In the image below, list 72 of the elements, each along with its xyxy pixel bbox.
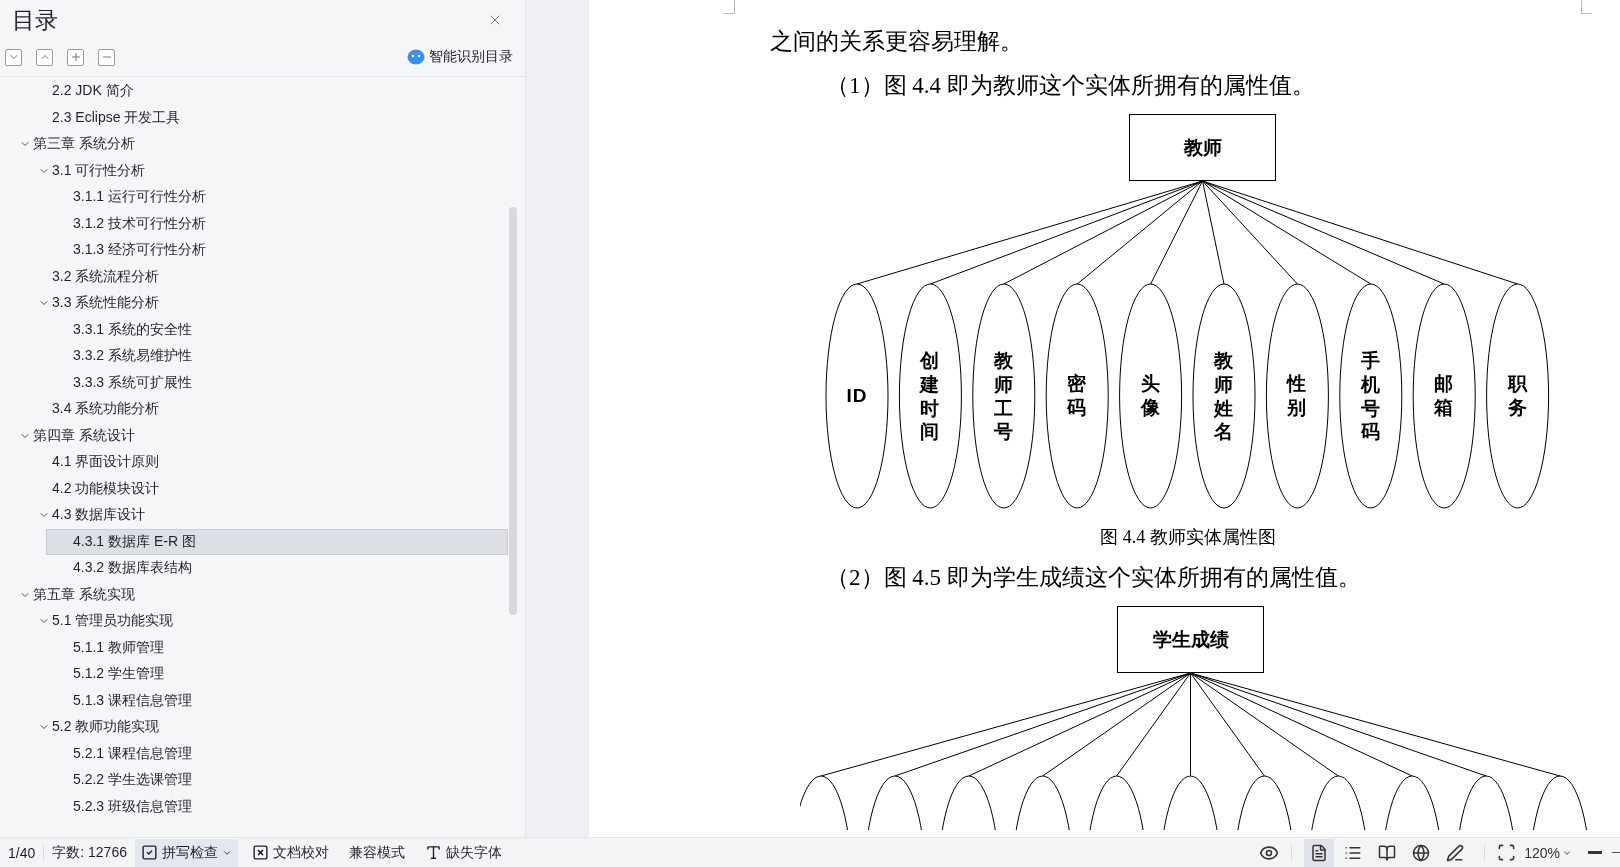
status-tool-button[interactable]: 兼容模式	[342, 838, 411, 867]
toc-item[interactable]: 3.3.1 系统的安全性	[46, 316, 508, 343]
toc-item[interactable]: 5.1.1 教师管理	[46, 634, 508, 661]
body-text: （2）图 4.5 即为学生成绩这个实体所拥有的属性值。	[825, 564, 1362, 592]
toc-item[interactable]: 3.2 系统流程分析	[27, 263, 508, 290]
attribute-label: 性别	[1285, 372, 1309, 420]
toc-item[interactable]: 2.3 Eclipse 开发工具	[27, 104, 508, 131]
toc-item[interactable]: 5.1.3 课程信息管理	[46, 687, 508, 714]
attribute-label: 教师姓名	[1212, 348, 1235, 444]
attribute-label: 邮箱	[1433, 372, 1456, 420]
entity-box: 教师	[1129, 114, 1276, 181]
toc-item[interactable]: 第五章 系统实现	[8, 581, 508, 608]
toc-item[interactable]: 3.1.2 技术可行性分析	[46, 210, 508, 237]
figure-caption: 图 4.4 教师实体属性图	[1099, 526, 1277, 549]
font-icon	[424, 844, 442, 861]
toc-item[interactable]: 4.3.2 数据库表结构	[46, 555, 508, 582]
attribute-label: 职务	[1506, 372, 1529, 420]
scrollbar-thumb[interactable]	[509, 207, 517, 615]
cloud-icon	[407, 49, 425, 65]
attribute-label: ID	[845, 384, 869, 408]
status-tool-button[interactable]: 拼写检查	[134, 838, 238, 867]
toc-item[interactable]: 5.2 教师功能实现	[27, 714, 508, 741]
attribute-label: 密码	[1066, 372, 1089, 420]
entity-box: 学生成绩	[1117, 606, 1264, 673]
toc-item[interactable]: 4.2 功能模块设计	[27, 475, 508, 502]
minus-icon	[1588, 851, 1602, 854]
collapse-button[interactable]	[36, 48, 53, 66]
add-button[interactable]	[67, 48, 84, 66]
word-count: 字数: 12766	[51, 843, 128, 862]
margin-corner-mark	[724, 0, 735, 14]
toc-item[interactable]: 5.1.2 学生管理	[46, 661, 508, 688]
toc-item[interactable]: 5.2.2 学生选课管理	[46, 767, 508, 794]
attribute-label: 手机号码	[1359, 348, 1382, 444]
toc-item[interactable]: 3.4 系统功能分析	[27, 396, 508, 423]
attribute-label: 教师工号	[992, 348, 1015, 444]
square-x-icon	[251, 844, 269, 861]
toc-item[interactable]: 4.3 数据库设计	[27, 502, 508, 529]
toc-item[interactable]: 3.3 系统性能分析	[27, 290, 508, 317]
expand-button[interactable]	[5, 48, 22, 66]
toc-item[interactable]: 3.3.2 系统易维护性	[46, 343, 508, 370]
attribute-label: 头像	[1139, 372, 1162, 420]
toc-item[interactable]: 5.2.3 班级信息管理	[46, 793, 508, 820]
page-counter: 1/40	[7, 844, 37, 861]
checkbox-icon	[140, 844, 158, 861]
status-tool-button[interactable]: 缺失字体	[418, 838, 508, 867]
toc-item[interactable]: 第三章 系统分析	[8, 131, 508, 158]
status-tool-button[interactable]: 文档校对	[245, 838, 335, 867]
remove-button[interactable]	[98, 48, 115, 66]
toc-item[interactable]: 第四章 系统设计	[8, 422, 508, 449]
book-icon	[1378, 843, 1397, 862]
toc-item[interactable]: 5.1 管理员功能实现	[27, 608, 508, 635]
body-text: （1）图 4.4 即为教师这个实体所拥有的属性值。	[825, 72, 1316, 100]
page-icon	[1310, 843, 1329, 862]
pen-icon	[1446, 843, 1465, 862]
toc-item[interactable]: 4.1 界面设计原则	[27, 449, 508, 476]
body-text: 之间的关系更容易理解。	[770, 28, 1024, 56]
smart-toc-button[interactable]: 智能识别目录	[407, 48, 513, 66]
zoom-dropdown[interactable]: 120%	[1516, 844, 1580, 861]
toc-item[interactable]: 4.3.1 数据库 E-R 图	[46, 528, 508, 555]
fit-page-button[interactable]	[1497, 843, 1517, 862]
plus-icon	[69, 51, 82, 63]
toc-item[interactable]: 3.1.3 经济可行性分析	[46, 237, 508, 264]
margin-corner-mark	[1581, 0, 1592, 14]
toc-item[interactable]: 3.3.3 系统可扩展性	[46, 369, 508, 396]
globe-icon	[1412, 843, 1431, 862]
panel-title: 目录	[12, 5, 58, 35]
toc-item[interactable]: 3.1.1 运行可行性分析	[46, 184, 508, 211]
toc-item[interactable]: 5.2.1 课程信息管理	[46, 740, 508, 767]
toc-item[interactable]: 2.2 JDK 简介	[27, 78, 508, 105]
view-mode-button[interactable]	[1304, 838, 1335, 867]
toc-item[interactable]: 3.1 可行性分析	[27, 157, 508, 184]
attribute-label: 创建时间	[918, 348, 942, 444]
